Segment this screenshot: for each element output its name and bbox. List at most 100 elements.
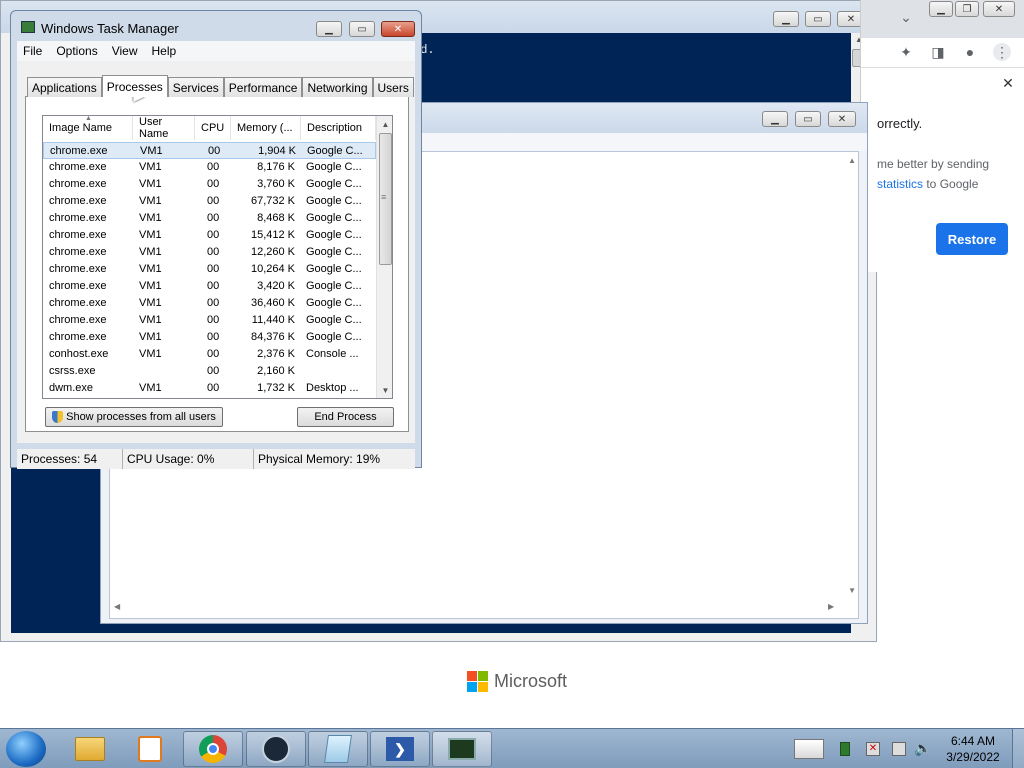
tray-app-icon[interactable] — [840, 742, 850, 756]
side-panel-icon[interactable]: ◨ — [929, 43, 947, 61]
process-description: Console ... — [306, 348, 359, 360]
scroll-up-icon[interactable]: ▲ — [377, 116, 392, 132]
table-row[interactable]: chrome.exe VM1 00 3,760 K Google C... — [43, 176, 376, 193]
process-user-name: VM1 — [139, 331, 162, 343]
taskbar-chrome[interactable] — [183, 731, 243, 767]
table-row[interactable]: dwm.exe VM1 00 1,732 K Desktop ... — [43, 380, 376, 397]
statistics-link[interactable]: statistics — [877, 177, 923, 191]
tab-services[interactable]: Services — [167, 77, 224, 97]
restore-button[interactable]: Restore — [936, 223, 1008, 255]
tab-applications[interactable]: Applications — [27, 77, 102, 97]
show-desktop-button[interactable] — [1012, 729, 1024, 768]
console-maximize-button[interactable]: ▭ — [805, 11, 831, 27]
menu-options[interactable]: Options — [56, 44, 97, 58]
editor-scroll-up-icon[interactable]: ▲ — [848, 156, 856, 165]
col-cpu[interactable]: CPU — [195, 116, 231, 140]
process-list-scrollbar[interactable]: ▲ ≡ ▼ — [376, 116, 392, 398]
editor-scroll-right-icon[interactable]: ▶ — [828, 602, 834, 611]
menu-view[interactable]: View — [112, 44, 138, 58]
editor-minimize-button[interactable]: ▁ — [762, 111, 788, 127]
process-user-name: VM1 — [139, 246, 162, 258]
taskbar-clock[interactable]: 6:44 AM 3/29/2022 — [940, 733, 1006, 765]
col-description[interactable]: Description — [301, 116, 376, 140]
processes-panel: Image Name ▲ User Name CPU Memory (... D… — [25, 96, 409, 432]
console-minimize-button[interactable]: ▁ — [773, 11, 799, 27]
tab-processes[interactable]: Processes — [101, 75, 168, 97]
table-row[interactable]: chrome.exe VM1 00 1,904 K Google C... — [43, 142, 376, 159]
chrome-minimize-button[interactable]: ▁ — [929, 1, 953, 17]
process-image-name: chrome.exe — [49, 229, 107, 241]
start-button[interactable] — [6, 731, 46, 767]
menu-help[interactable]: Help — [152, 44, 177, 58]
table-row[interactable]: chrome.exe VM1 00 67,732 K Google C... — [43, 193, 376, 210]
menu-file[interactable]: File — [23, 44, 42, 58]
table-row[interactable]: chrome.exe VM1 00 36,460 K Google C... — [43, 295, 376, 312]
chrome-window: ⌄ ▁ ❐ ✕ ✦ ◨ ● ⋮ ✕ orrectly. me better by… — [860, 0, 1024, 272]
table-row[interactable]: conhost.exe VM1 00 2,376 K Console ... — [43, 346, 376, 363]
tm-body: Image Name ▲ User Name CPU Memory (... D… — [17, 61, 415, 443]
table-row[interactable]: chrome.exe VM1 00 8,176 K Google C... — [43, 159, 376, 176]
col-user-name-label: User Name — [139, 116, 169, 140]
tm-statusbar: Processes: 54 CPU Usage: 0% Physical Mem… — [17, 449, 415, 469]
tab-networking[interactable]: Networking — [302, 77, 373, 97]
editor-scroll-down-icon[interactable]: ▼ — [848, 586, 856, 595]
tm-minimize-button[interactable]: ▁ — [316, 21, 342, 37]
process-image-name: chrome.exe — [49, 161, 107, 173]
taskbar-notepad[interactable] — [308, 731, 368, 767]
tab-performance[interactable]: Performance — [223, 77, 303, 97]
network-icon[interactable] — [892, 742, 906, 756]
editor-maximize-button[interactable]: ▭ — [795, 111, 821, 127]
process-user-name — [139, 363, 195, 380]
chrome-tabstrip: ⌄ ▁ ❐ ✕ — [861, 0, 1024, 38]
process-memory: 1,904 K — [258, 145, 296, 157]
status-processes: Processes: 54 — [17, 449, 123, 469]
clock-time: 6:44 AM — [950, 734, 996, 748]
scroll-down-icon[interactable]: ▼ — [377, 382, 392, 398]
tm-close-button[interactable]: ✕ — [381, 21, 415, 37]
show-all-processes-button[interactable]: Show processes from all users — [45, 407, 223, 427]
process-list[interactable]: Image Name ▲ User Name CPU Memory (... D… — [42, 115, 393, 399]
taskbar-task-manager[interactable] — [432, 731, 492, 767]
process-memory: 2,160 K — [257, 365, 295, 377]
process-description: Google C... — [306, 314, 362, 326]
tm-tabs: Applications Processes Services Performa… — [27, 75, 414, 97]
action-center-flag-icon[interactable] — [794, 739, 824, 759]
process-cpu: 00 — [207, 229, 220, 241]
table-row[interactable]: chrome.exe VM1 00 10,264 K Google C... — [43, 261, 376, 278]
table-row[interactable]: chrome.exe VM1 00 8,468 K Google C... — [43, 210, 376, 227]
process-user-name: VM1 — [139, 314, 162, 326]
network-disconnected-icon[interactable]: ✕ — [866, 742, 880, 756]
microsoft-logo: Microsoft — [467, 671, 567, 692]
col-memory[interactable]: Memory (... — [231, 116, 301, 140]
taskbar-powershell[interactable]: ❯ — [370, 731, 430, 767]
kebab-menu-icon[interactable]: ⋮ — [993, 43, 1011, 61]
editor-scroll-left-icon[interactable]: ◀ — [114, 602, 120, 611]
process-cpu: 00 — [207, 314, 220, 326]
chrome-restore-button[interactable]: ❐ — [955, 1, 979, 17]
end-process-button[interactable]: End Process — [297, 407, 394, 427]
extensions-puzzle-icon[interactable]: ✦ — [897, 43, 915, 61]
process-memory: 1,732 K — [257, 382, 295, 394]
col-user-name[interactable]: User Name — [133, 116, 195, 140]
table-row[interactable]: chrome.exe VM1 00 12,260 K Google C... — [43, 244, 376, 261]
table-row[interactable]: chrome.exe VM1 00 11,440 K Google C... — [43, 312, 376, 329]
close-icon[interactable]: ✕ — [999, 74, 1017, 92]
editor-close-button[interactable]: ✕ — [828, 111, 856, 127]
table-row[interactable]: csrss.exe 00 2,160 K — [43, 363, 376, 380]
table-row[interactable]: chrome.exe VM1 00 84,376 K Google C... — [43, 329, 376, 346]
tab-users[interactable]: Users — [372, 77, 414, 97]
chevron-down-icon[interactable]: ⌄ — [897, 8, 915, 26]
volume-icon[interactable]: 🔈 — [914, 740, 931, 757]
table-row[interactable]: chrome.exe VM1 00 3,420 K Google C... — [43, 278, 376, 295]
profile-avatar-icon[interactable]: ● — [961, 43, 979, 61]
chrome-close-button[interactable]: ✕ — [983, 1, 1015, 17]
taskbar-steam[interactable] — [246, 731, 306, 767]
process-cpu: 00 — [207, 365, 220, 377]
tm-maximize-button[interactable]: ▭ — [349, 21, 375, 37]
taskbar-explorer[interactable] — [60, 731, 120, 767]
process-user-name: VM1 — [140, 145, 163, 157]
table-row[interactable]: chrome.exe VM1 00 15,412 K Google C... — [43, 227, 376, 244]
taskbar-media-player[interactable] — [120, 731, 180, 767]
process-description: Google C... — [306, 229, 362, 241]
process-user-name: VM1 — [139, 161, 162, 173]
